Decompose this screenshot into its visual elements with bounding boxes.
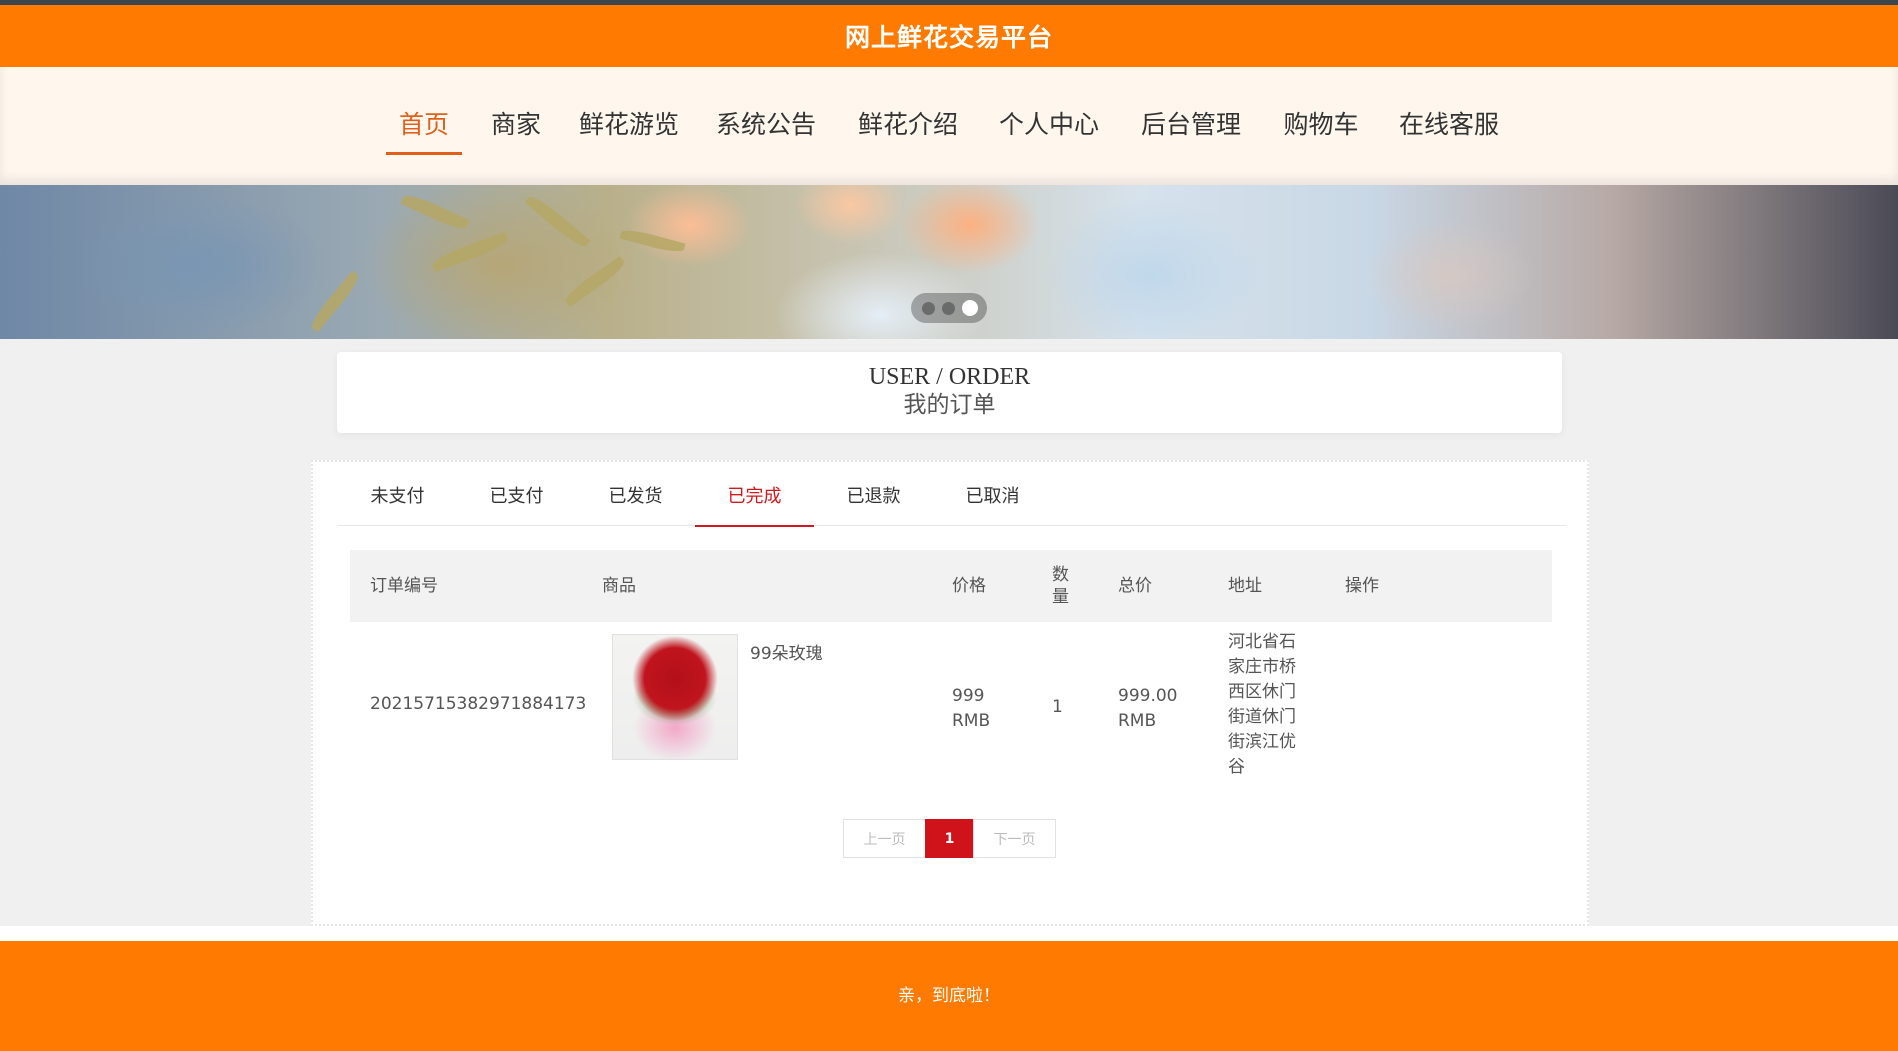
nav-item-merchants[interactable]: 商家 [488, 105, 544, 155]
carousel-indicators [911, 293, 987, 323]
page-1-button[interactable]: 1 [925, 819, 974, 858]
pagination: 上一页 1 下一页 [843, 819, 1056, 858]
page-title-card: USER / ORDER 我的订单 [337, 352, 1562, 433]
total-price: 999.00 RMB [1118, 686, 1178, 731]
banner-leaf-decoration [307, 270, 363, 333]
banner-leaf-decoration [400, 190, 470, 234]
page-title-en: USER / ORDER [868, 364, 1031, 390]
next-page-button[interactable]: 下一页 [973, 819, 1056, 858]
nav-item-announcements[interactable]: 系统公告 [714, 105, 818, 155]
banner-carousel[interactable] [0, 185, 1898, 339]
column-header-goods: 商品 [602, 576, 636, 596]
carousel-dot-3[interactable] [962, 300, 978, 316]
table-row: 20215715382971884173 99朵玫瑰 999 RMB 1 999… [350, 622, 1552, 792]
tab-refunded[interactable]: 已退款 [814, 474, 933, 526]
tab-completed[interactable]: 已完成 [695, 474, 814, 527]
shipping-address: 河北省石家庄市桥西区休门街道休门街滨江优谷 [1228, 632, 1296, 777]
site-header: 网上鲜花交易平台 [0, 5, 1898, 67]
column-header-action: 操作 [1345, 576, 1379, 596]
tab-cancelled[interactable]: 已取消 [933, 474, 1052, 526]
unit-price: 999 RMB [952, 686, 991, 731]
site-footer: 亲，到底啦！ [0, 941, 1898, 1051]
product-thumbnail[interactable] [612, 634, 738, 760]
nav-item-flower-browse[interactable]: 鲜花游览 [577, 105, 681, 155]
nav-item-personal-center[interactable]: 个人中心 [997, 105, 1101, 155]
column-header-address: 地址 [1228, 576, 1262, 596]
carousel-dot-1[interactable] [922, 302, 935, 315]
tab-shipped[interactable]: 已发货 [576, 474, 695, 526]
footer-message: 亲，到底啦！ [898, 985, 1000, 1006]
column-header-price: 价格 [952, 576, 986, 596]
order-number: 20215715382971884173 [370, 694, 587, 714]
banner-leaf-decoration [524, 192, 591, 251]
nav-item-admin[interactable]: 后台管理 [1139, 105, 1243, 155]
nav-item-cart[interactable]: 购物车 [1281, 105, 1361, 155]
site-title: 网上鲜花交易平台 [844, 23, 1053, 52]
tab-unpaid[interactable]: 未支付 [338, 474, 457, 526]
prev-page-button[interactable]: 上一页 [843, 819, 926, 858]
footer-divider [0, 926, 1898, 941]
product-name[interactable]: 99朵玫瑰 [750, 642, 910, 667]
carousel-dot-2[interactable] [942, 302, 955, 315]
nav-item-home[interactable]: 首页 [386, 105, 462, 155]
orders-table-header: 订单编号 商品 价格 数量 总价 地址 操作 [350, 550, 1552, 622]
quantity: 1 [1052, 697, 1063, 717]
banner-leaf-decoration [430, 231, 510, 273]
page-title-cn: 我的订单 [903, 392, 996, 418]
column-header-qty: 数量 [1052, 565, 1069, 607]
nav-item-flower-intro[interactable]: 鲜花介绍 [856, 105, 960, 155]
nav-item-customer-service[interactable]: 在线客服 [1397, 105, 1501, 155]
column-header-order-no: 订单编号 [370, 576, 438, 596]
banner-leaf-decoration [619, 226, 686, 256]
orders-panel: 未支付 已支付 已发货 已完成 已退款 已取消 订单编号 商品 价格 数量 总价… [311, 460, 1589, 926]
tab-paid[interactable]: 已支付 [457, 474, 576, 526]
main-nav: 首页 商家 鲜花游览 系统公告 鲜花介绍 个人中心 后台管理 购物车 在线客服 [0, 67, 1898, 185]
column-header-total: 总价 [1118, 576, 1152, 596]
banner-leaf-decoration [562, 256, 628, 307]
order-status-tabs: 未支付 已支付 已发货 已完成 已退款 已取消 [338, 474, 1566, 527]
